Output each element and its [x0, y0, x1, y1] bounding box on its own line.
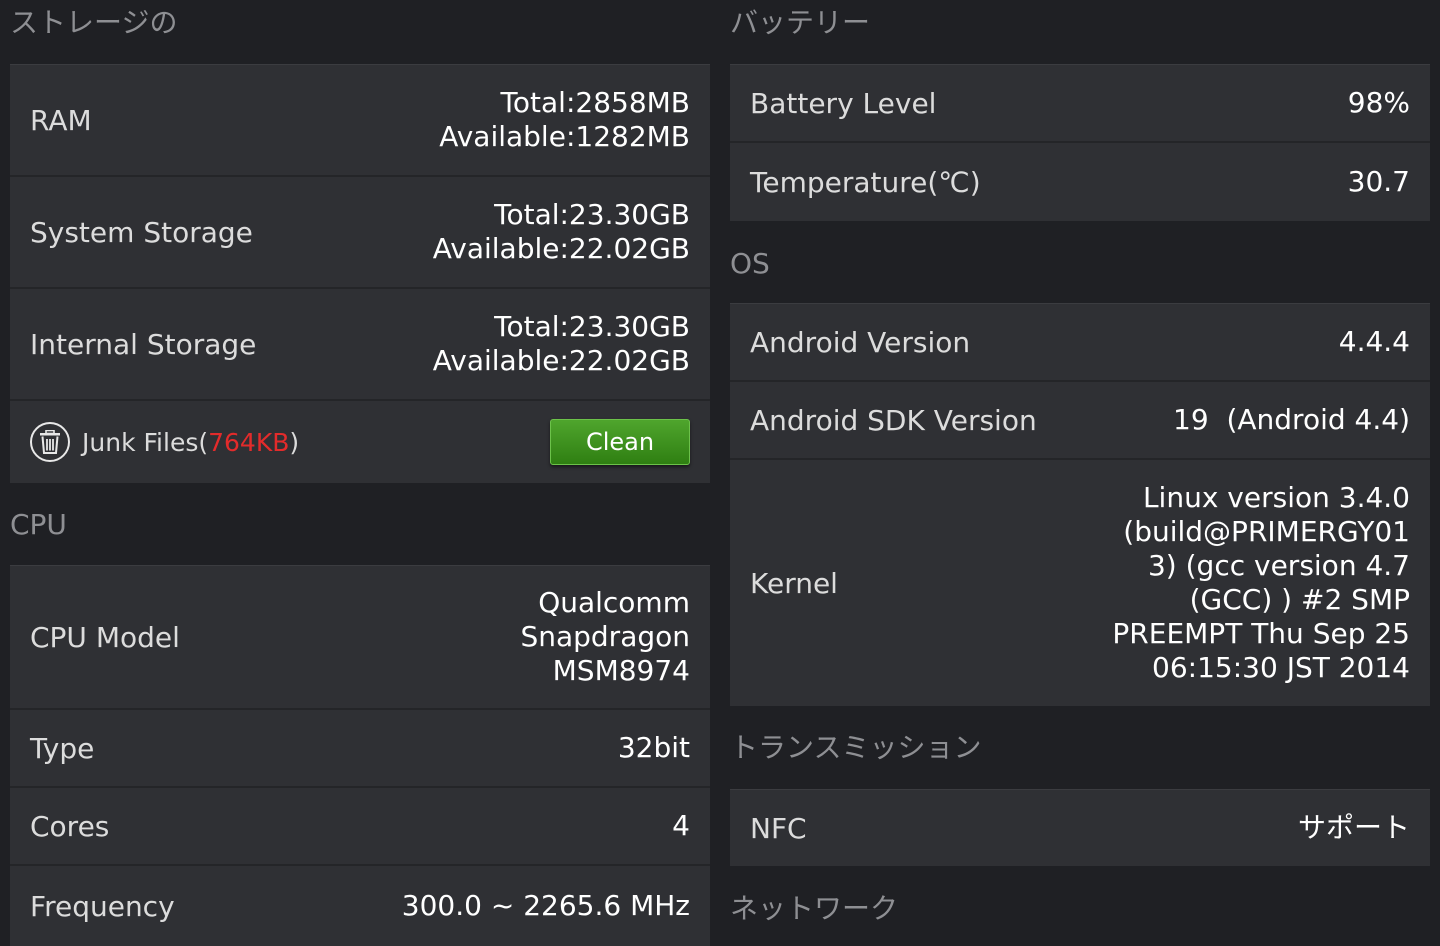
battery-card: Battery Level 98% Temperature(℃) 30.7: [730, 64, 1430, 221]
cpu-model-line: Qualcomm: [538, 586, 690, 619]
kernel-label: Kernel: [750, 566, 838, 600]
ram-value: Total:2858MB Available:1282MB: [439, 86, 690, 154]
cpu-frequency-label: Frequency: [30, 889, 175, 923]
battery-level-value: 98%: [1347, 86, 1410, 119]
internal-storage-value: Total:23.30GB Available:22.02GB: [433, 310, 690, 378]
transmission-section-title: トランスミッション: [730, 731, 982, 764]
sdk-version-row[interactable]: Android SDK Version 19 (Android 4.4): [730, 382, 1430, 460]
android-version-value: 4.4.4: [1338, 325, 1410, 358]
cpu-model-line: MSM8974: [552, 654, 690, 687]
kernel-line: (GCC) ) #2 SMP: [1189, 583, 1410, 616]
nfc-label: NFC: [750, 811, 807, 845]
junk-files-suffix: ): [289, 427, 300, 457]
storage-card: RAM Total:2858MB Available:1282MB System…: [10, 64, 710, 483]
kernel-line: (build@PRIMERGY01: [1123, 515, 1410, 548]
junk-files-size: 764KB: [208, 427, 290, 457]
system-storage-total: Total:23.30GB: [494, 198, 690, 231]
battery-level-label: Battery Level: [750, 86, 937, 120]
cpu-section-title: CPU: [10, 508, 67, 541]
trash-icon: [30, 422, 70, 462]
ram-total: Total:2858MB: [500, 86, 690, 119]
kernel-line: PREEMPT Thu Sep 25: [1112, 617, 1410, 650]
junk-files-label: Junk Files(764KB): [82, 428, 299, 457]
internal-storage-available: Available:22.02GB: [432, 344, 690, 377]
internal-storage-row[interactable]: Internal Storage Total:23.30GB Available…: [10, 289, 710, 401]
cpu-card: CPU Model Qualcomm Snapdragon MSM8974 Ty…: [10, 565, 710, 946]
ram-row[interactable]: RAM Total:2858MB Available:1282MB: [10, 65, 710, 177]
ram-label: RAM: [30, 103, 92, 137]
nfc-value: サポート: [1297, 811, 1410, 844]
junk-files-prefix: Junk Files(: [82, 427, 209, 457]
cpu-model-line: Snapdragon: [520, 620, 690, 653]
temperature-label: Temperature(℃): [750, 165, 981, 199]
system-storage-label: System Storage: [30, 215, 253, 249]
junk-files-row: Junk Files(764KB) Clean: [10, 401, 710, 483]
android-version-label: Android Version: [750, 325, 971, 359]
cpu-frequency-value: 300.0 ~ 2265.6 MHz: [401, 889, 690, 922]
nfc-row[interactable]: NFC サポート: [730, 790, 1430, 866]
system-storage-available: Available:22.02GB: [432, 232, 690, 265]
cpu-cores-value: 4: [672, 809, 690, 842]
network-section-title: ネットワーク: [730, 892, 899, 925]
android-version-row[interactable]: Android Version 4.4.4: [730, 304, 1430, 382]
temperature-value: 30.7: [1347, 165, 1410, 198]
transmission-card: NFC サポート: [730, 789, 1430, 866]
cpu-type-value: 32bit: [617, 731, 690, 764]
system-storage-value: Total:23.30GB Available:22.02GB: [433, 198, 690, 266]
cpu-cores-label: Cores: [30, 809, 110, 843]
cpu-type-label: Type: [30, 731, 95, 765]
cpu-model-row[interactable]: CPU Model Qualcomm Snapdragon MSM8974: [10, 566, 710, 710]
junk-files: Junk Files(764KB): [30, 422, 299, 462]
kernel-line: 06:15:30 JST 2014: [1152, 651, 1410, 684]
sdk-version-value: 19 (Android 4.4): [1173, 403, 1410, 436]
battery-level-row[interactable]: Battery Level 98%: [730, 65, 1430, 143]
system-storage-row[interactable]: System Storage Total:23.30GB Available:2…: [10, 177, 710, 289]
kernel-row[interactable]: Kernel Linux version 3.4.0 (build@PRIMER…: [730, 460, 1430, 706]
kernel-line: Linux version 3.4.0: [1142, 481, 1410, 514]
temperature-row[interactable]: Temperature(℃) 30.7: [730, 143, 1430, 221]
battery-section-title: バッテリー: [730, 6, 871, 39]
clean-button[interactable]: Clean: [550, 419, 690, 465]
kernel-line: 3) (gcc version 4.7: [1147, 549, 1410, 582]
cpu-type-row[interactable]: Type 32bit: [10, 710, 710, 788]
sdk-version-label: Android SDK Version: [750, 403, 1037, 437]
internal-storage-label: Internal Storage: [30, 327, 257, 361]
ram-available: Available:1282MB: [439, 120, 690, 153]
storage-section-title: ストレージの: [10, 6, 178, 39]
os-section-title: OS: [730, 247, 770, 280]
internal-storage-total: Total:23.30GB: [494, 310, 690, 343]
cpu-model-label: CPU Model: [30, 620, 180, 654]
kernel-value: Linux version 3.4.0 (build@PRIMERGY01 3)…: [1112, 481, 1410, 685]
os-card: Android Version 4.4.4 Android SDK Versio…: [730, 303, 1430, 706]
cpu-cores-row[interactable]: Cores 4: [10, 788, 710, 866]
cpu-frequency-row[interactable]: Frequency 300.0 ~ 2265.6 MHz: [10, 866, 710, 946]
cpu-model-value: Qualcomm Snapdragon MSM8974: [520, 586, 690, 688]
